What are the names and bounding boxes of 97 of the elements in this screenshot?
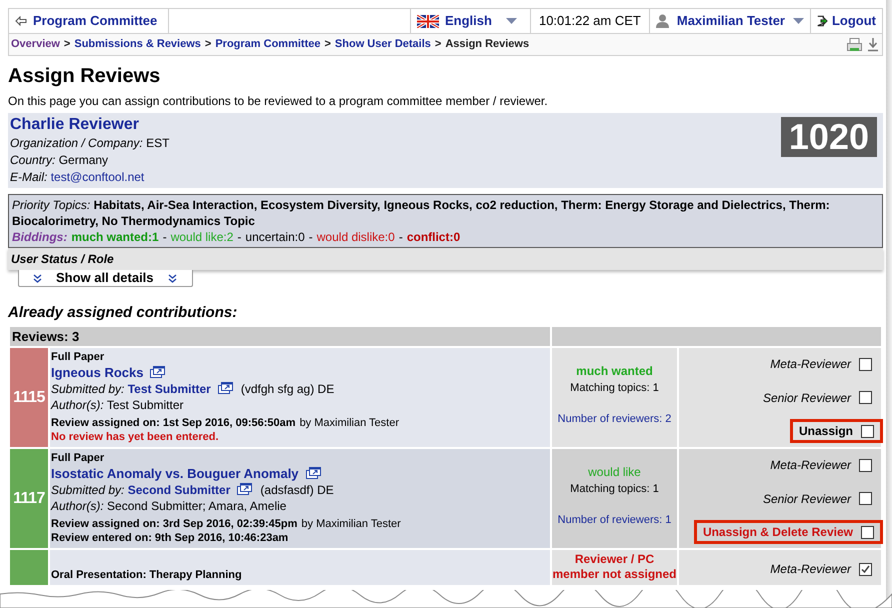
submission-title-link[interactable]: Igneous Rocks (51, 365, 144, 380)
status-text: member not assigned (552, 567, 677, 582)
checkbox[interactable] (859, 562, 872, 576)
popup-window-icon (236, 483, 252, 495)
breadcrumb-link[interactable]: Submissions & Reviews (74, 36, 201, 53)
popup-window-icon (149, 366, 166, 378)
breadcrumb-separator: > (64, 37, 70, 52)
person-name[interactable]: Charlie Reviewer (10, 115, 170, 135)
status-text: would like (588, 464, 641, 481)
option-checkbox[interactable]: Meta-Reviewer (761, 453, 881, 477)
user-id-badge: 1020 (780, 117, 877, 157)
submission-type: Oral Presentation: Therapy Planning (51, 568, 243, 582)
field-label: Author(s): (51, 499, 104, 513)
bidding-separator: - (162, 230, 167, 244)
user-icon (656, 14, 669, 28)
back-link[interactable]: Program Committee (9, 9, 169, 33)
user-menu[interactable]: Maximilian Tester (648, 9, 810, 33)
user-status-label: User Status / Role (11, 251, 114, 268)
option-checkbox[interactable]: Meta-Reviewer (761, 352, 881, 376)
bidding-separator: - (308, 230, 313, 244)
submitter-link[interactable]: Test Submitter (128, 382, 211, 396)
status-text: Number of reviewers: 2 (558, 412, 672, 426)
logout-icon (817, 14, 828, 28)
checkbox[interactable] (859, 391, 872, 404)
show-details-button[interactable]: Show all details (18, 270, 193, 287)
submission-id-cell: 1115 (10, 348, 48, 447)
section-heading: Already assigned contributions: (8, 304, 238, 322)
status-text: Matching topics: 1 (570, 482, 659, 497)
field-label: Submitted by: (51, 382, 124, 396)
affiliation-text: (adsfasdf) DE (260, 483, 334, 497)
checkbox[interactable] (861, 424, 874, 438)
print-icon (847, 38, 862, 52)
checkbox[interactable] (861, 526, 874, 538)
breadcrumb-separator: > (204, 37, 212, 52)
field-label: Submitted by: (51, 483, 124, 497)
bidding-separator: - (398, 230, 403, 244)
submitter-link[interactable]: Second Submitter (128, 483, 230, 497)
option-checkbox[interactable]: Senior Reviewer (754, 486, 881, 510)
popup-window-icon (216, 382, 233, 394)
option-checkbox[interactable]: Senior Reviewer (754, 386, 881, 410)
status-text: Reviewer / PC (574, 552, 654, 567)
current-page-label: Assign Reviews (445, 37, 530, 52)
submission-type: Full Paper (51, 451, 106, 465)
bidding-count: uncertain:0 (245, 230, 305, 244)
field-label: Author(s): (51, 398, 104, 412)
bidding-count: would like:2 (170, 230, 234, 244)
bidding-separator: - (237, 230, 242, 244)
caret-icon (793, 18, 804, 24)
review-author-text: by Maximilian Tester (301, 518, 401, 530)
option-checkbox[interactable]: Unassign (790, 419, 883, 443)
checkbox[interactable] (859, 458, 872, 472)
language-dropdown[interactable]: English (410, 9, 530, 33)
affiliation-text: (vdfgh sfg ag) DE (240, 382, 334, 396)
back-arrow-icon (15, 16, 27, 26)
checkbox[interactable] (859, 492, 872, 505)
download-icon (868, 38, 878, 52)
field-label: E-Mail: (10, 170, 48, 184)
field-value: Germany (58, 153, 108, 167)
status-text: Number of reviewers: 1 (558, 512, 672, 528)
breadcrumb-link[interactable]: Overview (11, 36, 60, 53)
reviews-count: Reviews: 3 (12, 328, 80, 346)
logout-link[interactable]: Logout (810, 9, 882, 33)
popup-window-icon (304, 467, 321, 479)
review-date-text: Review entered on: 9th Sep 2016, 10:46:23am (51, 532, 288, 544)
breadcrumb-separator: > (434, 37, 442, 52)
status-text: much wanted (576, 363, 653, 380)
caret-icon (506, 18, 517, 24)
field-label: Country: (10, 153, 56, 167)
breadcrumb-separator: > (324, 37, 331, 52)
breadcrumb-link[interactable]: Show User Details (334, 36, 431, 53)
field-label: Organization / Company: (10, 136, 143, 150)
submission-title-link[interactable]: Isostatic Anomaly vs. Bouguer Anomaly (51, 466, 299, 481)
review-date-text: Review assigned on: 1st Sep 2016, 09:56:50am (51, 417, 296, 429)
double-chevron-icon (168, 274, 177, 282)
review-date-text: Review assigned on: 3rd Sep 2016, 02:39:45pm (51, 518, 298, 530)
bidding-count: much wanted:1 (71, 230, 159, 244)
clock-time: 10:01:22 am CET (530, 9, 649, 33)
submission-type: Full Paper (51, 350, 106, 364)
email-link[interactable]: test@conftool.net (50, 170, 144, 184)
status-text: Matching topics: 1 (570, 381, 659, 396)
authors-text: Second Submitter; Amara, Amelie (107, 499, 286, 513)
page-title: Assign Reviews (8, 64, 162, 88)
biddings-label: Biddings: (12, 230, 68, 244)
warning-text: No review has yet been entered. (51, 431, 219, 443)
option-checkbox[interactable]: Unassign & Delete Review (694, 520, 883, 544)
flag-icon (416, 14, 439, 28)
authors-text: Test Submitter (106, 398, 184, 412)
review-author-text: by Maximilian Tester (300, 417, 400, 429)
submission-id-cell: 1117 (10, 449, 48, 548)
breadcrumb-link[interactable]: Program Committee (215, 36, 320, 53)
intro-text: On this page you can assign contributions to be reviewed to a program committee member / reviewer. (8, 93, 549, 109)
checkbox[interactable] (859, 358, 872, 370)
bidding-count: would dislike:0 (316, 230, 395, 244)
double-chevron-icon (33, 274, 42, 282)
option-checkbox[interactable]: Meta-Reviewer (761, 557, 881, 581)
field-value: EST (146, 136, 170, 150)
bidding-count: conflict:0 (406, 230, 460, 244)
